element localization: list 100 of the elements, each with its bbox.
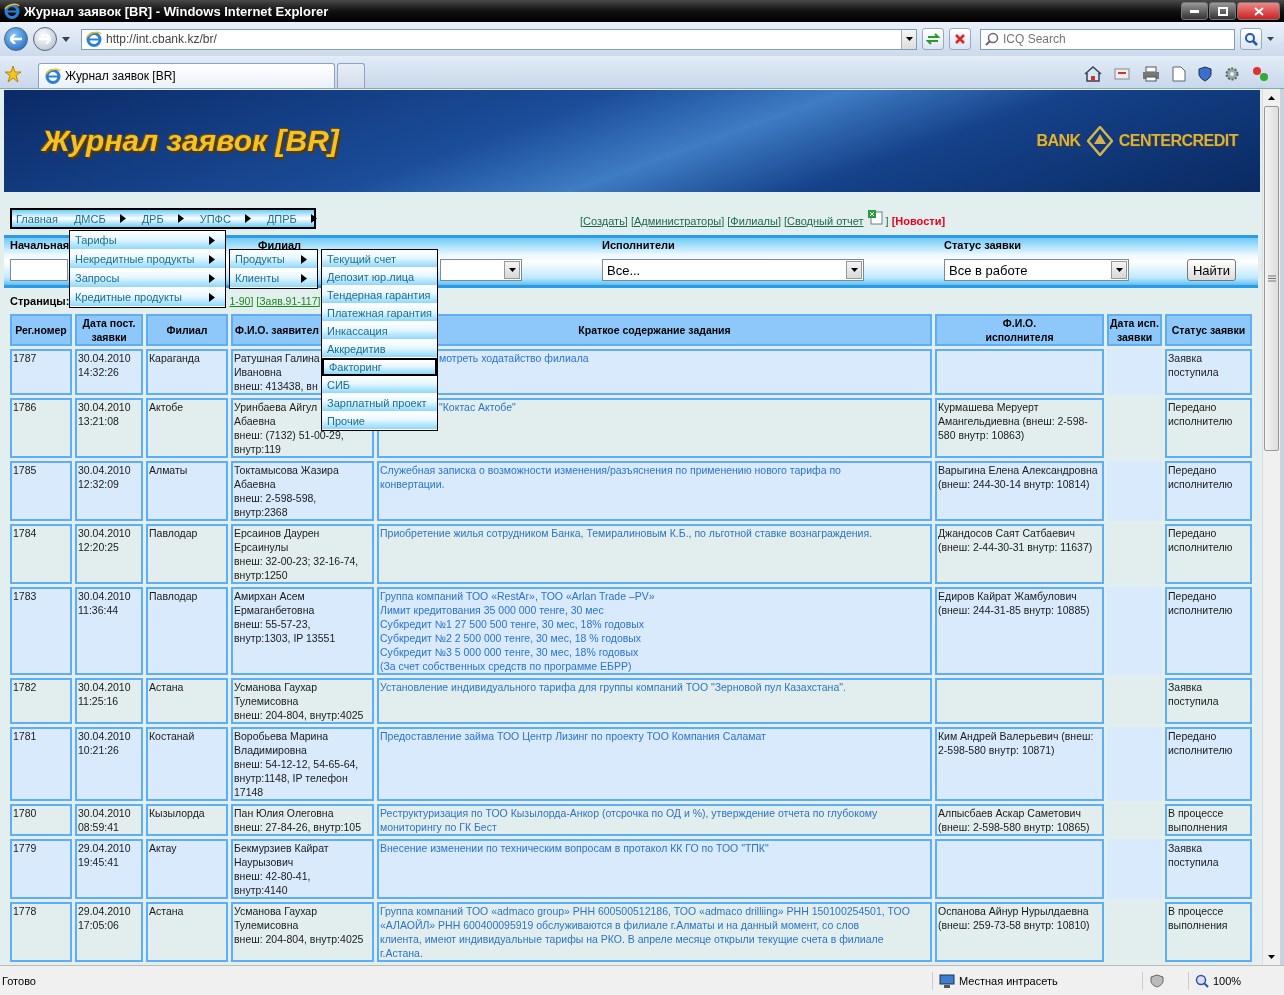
forward-arrow-icon (39, 34, 51, 44)
address-input[interactable]: http://int.cbank.kz/br/ (106, 32, 897, 46)
status-select[interactable]: Все в работе (944, 259, 1129, 281)
home-icon[interactable] (1084, 66, 1102, 82)
table-cell: Амирхан Асем Ермаганбетовна внеш: 55-57-23, внутр:1303, IP 13551 (231, 587, 374, 675)
table-cell: 1787 (10, 349, 72, 395)
dropdown-arrow-icon[interactable] (62, 36, 70, 42)
dropdown-arrow-icon (905, 37, 913, 41)
menu-item[interactable]: Текущий счет (322, 250, 437, 268)
task-link[interactable]: Приобретение жилья сотрудником Банка, Темиралиновым К.Б., по льготной ставке вознаграждения. (380, 526, 930, 540)
maximize-button[interactable] (1209, 2, 1236, 20)
menu-item[interactable]: Продукты (230, 250, 317, 269)
menu-item[interactable]: ДМСБ (73, 212, 142, 225)
spreadsheet-icon[interactable] (866, 208, 883, 225)
menu-item[interactable]: Тарифы (70, 231, 225, 250)
table-cell: Усманова Гаухар Тулемисовна внеш: 204-804, внутр:4025 (231, 902, 374, 962)
menu-item[interactable]: Запросы (70, 269, 225, 288)
logo-text: CENTERCREDIT (1118, 132, 1238, 150)
back-button[interactable] (4, 27, 28, 51)
shield-icon[interactable] (1198, 66, 1212, 82)
menu-item[interactable]: Главная (16, 212, 74, 225)
menu-item[interactable]: ДРБ (141, 212, 200, 225)
date-input[interactable] (10, 259, 68, 281)
table-cell: 1779 (10, 839, 72, 899)
menu-item[interactable]: Клиенты (230, 269, 317, 288)
news-link[interactable]: [Новости] (891, 214, 946, 227)
scrollbar[interactable] (1262, 89, 1280, 965)
feed-icon[interactable] (1114, 68, 1130, 80)
scroll-thumb[interactable] (1264, 106, 1279, 451)
task-link[interactable]: Служебная записка о возможности изменения/разъяснения по применению нового тарифа по конвертации. (380, 463, 930, 491)
menu-item[interactable]: Аккредитив (322, 340, 437, 358)
task-link[interactable]: Группа компаний ТОО «RestAr», ТОО «Arlan Trade –PV» Лимит кредитования 35 000 000 тенге, 30 мес Субкредит №1 27 500 500 тенге, 30 мес, 18% годовых Субкредит №2 2 500 000 тенге, 30 мес, 18 % годовых Субкредит №3 5 000 000 тенге, 30 мес, 18% годовых (За счет собственных средств по программе ЕБРР) (380, 589, 930, 673)
refresh-button[interactable] (922, 28, 944, 50)
executors-select[interactable]: Все... (602, 259, 864, 281)
task-link[interactable]: Предоставление займа ТОО Центр Лизинг по проекту ТОО Компания Саламат (380, 729, 930, 743)
search-button[interactable] (1240, 28, 1262, 50)
menu-item[interactable]: Зарплатный проект (322, 394, 437, 412)
task-link[interactable]: Реструктуризация по ТОО Кызылорда-Анкор (отсрочка по ОД и %), утверждение отчета по глубокому мониторингу по ГК Бест (380, 806, 930, 834)
zoom-level[interactable]: 100% (1213, 974, 1242, 987)
report-link[interactable]: [Сводный отчет (783, 214, 864, 227)
table-cell: 1780 (10, 804, 72, 836)
table-cell: Павлодар (146, 587, 228, 675)
zoom-icon[interactable] (1195, 973, 1209, 988)
menu-item[interactable]: Тендерная гарантия (322, 286, 437, 304)
field-label: Начальная (10, 240, 70, 251)
page-link[interactable]: [Заяв.91-117] (256, 294, 321, 307)
maximize-icon (1217, 6, 1228, 16)
scroll-up-icon[interactable] (1268, 95, 1275, 100)
page-link[interactable]: [Создать] (580, 214, 628, 227)
task-link[interactable]: "Коктас Актобе" (439, 400, 930, 414)
search-field[interactable]: ICQ Search (980, 28, 1235, 50)
table-cell: 30.04.2010 12:32:09 (75, 461, 143, 521)
task-link[interactable]: Внесение изменении по техническим вопросам в протакол КК ГО по ТОО "ТПК" (380, 841, 930, 855)
table-cell: 1784 (10, 524, 72, 584)
menu-item[interactable]: Депозит юр.лица (322, 268, 437, 286)
menu-item[interactable]: Прочие (322, 412, 437, 430)
page-link[interactable]: [Филиалы] (727, 214, 781, 227)
table-cell: Передано исполнителю (1165, 398, 1252, 458)
translate-icon[interactable] (1252, 66, 1270, 82)
menu-item[interactable]: Некредитные продукты (70, 250, 225, 269)
submenu-arrow-icon (177, 214, 184, 223)
task-link[interactable]: Установление индивидуального тарифа для группы компаний ТОО "Зерновой пул Казахстана". (380, 680, 930, 694)
task-link[interactable]: Группа компаний ТОО «admaco group» РНН 600500512186, ТОО «admaco drilliing» РНН 150100254501, ТОО «АЛАОЙЛ» РНН 600400095919 обслуживаются в филиале г.Алматы и на данный момент, со слов клиента, имеют индивидуальные тарифы на РКО. В апреле месяце открыли текущие счета в филиале г.Астана. (380, 904, 930, 960)
browser-tab[interactable]: Журнал заявок [BR] (38, 63, 335, 88)
table-cell: Костанай (146, 727, 228, 801)
table-cell: Усманова Гаухар Тулемисовна внеш: 204-804, внутр:4025 (231, 678, 374, 724)
dropdown-arrow-icon[interactable] (1267, 37, 1274, 41)
find-button[interactable]: Найти (1187, 259, 1236, 281)
menu-item[interactable]: Платежная гарантия (322, 304, 437, 322)
branch-select[interactable] (440, 259, 522, 281)
table-cell: Передано исполнителю (1165, 727, 1252, 801)
menu-item[interactable]: Кредитные продукты (70, 288, 225, 307)
address-field[interactable]: http://int.cbank.kz/br/ (81, 28, 917, 50)
page-link[interactable]: 1-90] (229, 294, 254, 307)
column-header: Филиал (146, 314, 228, 346)
printer-icon[interactable] (1142, 66, 1160, 82)
task-link[interactable]: мотреть ходатайство филиала (439, 351, 930, 365)
menu-item[interactable]: Инкассация (322, 322, 437, 340)
menu-item[interactable]: СИБ (322, 376, 437, 394)
table-cell: Токтамысова Жазира Абаевна внеш: 2-598-598, внутр:2368 (231, 461, 374, 521)
close-icon (1253, 6, 1264, 16)
table-cell: Актобе (146, 398, 228, 458)
forward-button[interactable] (33, 27, 57, 51)
page-icon[interactable] (1172, 66, 1186, 82)
minimize-button[interactable] (1181, 2, 1208, 20)
gear-icon[interactable] (1224, 66, 1240, 82)
menu-item[interactable]: Факторинг (322, 358, 437, 376)
star-icon[interactable] (4, 65, 22, 83)
menu-item[interactable]: УПФС (199, 212, 267, 225)
table-cell: Караганда (146, 349, 228, 395)
page-link[interactable]: [Администраторы] (630, 214, 725, 227)
table-cell: 1785 (10, 461, 72, 521)
table-cell: Едиров Кайрат Жамбулович (внеш: 244-31-85 внутр: 10885) (935, 587, 1104, 675)
search-input[interactable]: ICQ Search (1003, 32, 1234, 46)
menu-item[interactable]: ДПРБ (266, 212, 333, 225)
stop-button[interactable] (949, 28, 971, 50)
table-cell: 30.04.2010 10:21:26 (75, 727, 143, 801)
scroll-down-icon[interactable] (1268, 954, 1275, 959)
close-button[interactable] (1237, 2, 1280, 20)
stop-icon (955, 34, 965, 44)
